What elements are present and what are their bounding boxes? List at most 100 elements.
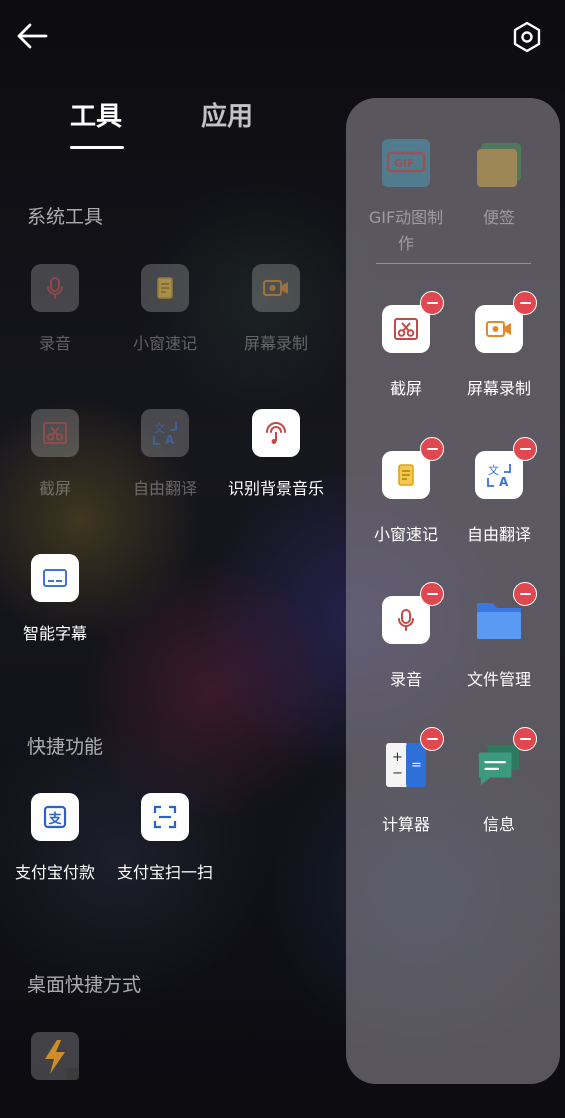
- gif-icon: GIF: [382, 139, 430, 187]
- panel-item-calculator[interactable]: + − = 计算器: [358, 727, 454, 835]
- scan-icon: [153, 805, 177, 829]
- panel-tile: [382, 437, 444, 499]
- svg-text:A: A: [499, 475, 509, 489]
- lightning-shortcut-icon: [45, 1040, 79, 1080]
- tool-tile: [141, 793, 189, 841]
- note-icon: [398, 464, 414, 486]
- sticky-note-icon: [477, 143, 521, 187]
- quick-item-alipay-pay[interactable]: 支 支付宝付款: [0, 793, 110, 883]
- svg-text:+: +: [392, 750, 403, 765]
- scissors-icon: [394, 318, 418, 340]
- section-title-quick-functions: 快捷功能: [27, 736, 104, 758]
- folder-icon: [477, 603, 521, 639]
- panel-item-quick-note[interactable]: 小窗速记: [358, 437, 454, 545]
- panel-item-translate[interactable]: 文 A 自由翻译: [451, 437, 547, 545]
- section-title-desktop-shortcuts: 桌面快捷方式: [27, 974, 142, 996]
- svg-text:文: 文: [154, 421, 165, 435]
- panel-label: 信息: [482, 815, 515, 834]
- translate-icon: 文 A: [487, 463, 511, 489]
- tool-tile: [252, 264, 300, 312]
- translate-icon: 文 A: [153, 421, 177, 447]
- panel-label: 便签: [482, 208, 515, 227]
- music-recognize-icon: [266, 422, 286, 444]
- tool-item-smart-subtitle[interactable]: 智能字幕: [0, 554, 110, 644]
- panel-item-messages[interactable]: 信息: [451, 727, 547, 835]
- panel-tile: [475, 139, 523, 187]
- panel-tile: + − =: [382, 727, 444, 789]
- tool-tile: [252, 409, 300, 457]
- gif-icon-text: GIF: [394, 157, 415, 170]
- svg-text:支: 支: [48, 811, 63, 827]
- svg-text:=: =: [411, 758, 422, 773]
- tool-label: 截屏: [38, 479, 71, 498]
- remove-badge[interactable]: [513, 291, 537, 315]
- panel-label: 自由翻译: [466, 525, 531, 544]
- microphone-icon: [47, 277, 63, 299]
- alipay-pay-icon: 支: [43, 805, 67, 829]
- panel-label: 屏幕录制: [466, 379, 531, 398]
- tool-item-recorder[interactable]: 录音: [0, 264, 110, 354]
- tool-tile: [31, 554, 79, 602]
- panel-label: 计算器: [381, 815, 430, 834]
- panel-tile: [382, 291, 444, 353]
- tool-item-quick-note[interactable]: 小窗速记: [110, 264, 220, 354]
- note-icon: [157, 277, 173, 299]
- subtitle-icon: [43, 569, 67, 587]
- tool-item-music-recognize[interactable]: 识别背景音乐: [221, 409, 331, 499]
- svg-text:A: A: [165, 433, 175, 447]
- remove-badge[interactable]: [420, 437, 444, 461]
- svg-text:−: −: [392, 766, 403, 781]
- remove-badge[interactable]: [513, 582, 537, 606]
- tab-active-indicator: [70, 146, 124, 149]
- scissors-icon: [43, 422, 67, 444]
- gear-hexagon-icon: [513, 21, 541, 53]
- panel-item-screenshot[interactable]: 截屏: [358, 291, 454, 399]
- panel-item-recorder[interactable]: 录音: [358, 582, 454, 690]
- panel-label: 文件管理: [466, 670, 531, 689]
- remove-badge[interactable]: [420, 291, 444, 315]
- panel-item-file-manager[interactable]: 文件管理: [451, 582, 547, 690]
- tab-tools[interactable]: 工具: [70, 96, 122, 133]
- tab-apps[interactable]: 应用: [201, 96, 253, 133]
- tool-label: 识别背景音乐: [227, 479, 324, 498]
- remove-badge[interactable]: [420, 582, 444, 606]
- panel-tile: [475, 582, 537, 644]
- screen-record-icon: [486, 321, 511, 337]
- screen-record-icon: [263, 280, 288, 296]
- microphone-icon: [398, 609, 414, 631]
- tool-item-translate[interactable]: 文 A 自由翻译: [110, 409, 220, 499]
- tool-label: 支付宝付款: [14, 863, 95, 882]
- section-title-system-tools: 系统工具: [27, 206, 104, 228]
- panel-label: 截屏: [389, 379, 422, 398]
- tool-item-screenshot[interactable]: 截屏: [0, 409, 110, 499]
- remove-badge[interactable]: [513, 727, 537, 751]
- tool-label: 自由翻译: [132, 479, 197, 498]
- tool-label: 录音: [38, 334, 71, 353]
- tool-item-screen-record[interactable]: 屏幕录制: [221, 264, 331, 354]
- panel-label: GIF动图制作: [368, 208, 444, 253]
- svg-text:文: 文: [488, 463, 499, 477]
- quick-item-alipay-scan[interactable]: 支付宝扫一扫: [110, 793, 220, 883]
- tool-tile: 支: [31, 793, 79, 841]
- panel-item-gif-maker[interactable]: GIF GIF动图制作: [358, 139, 454, 257]
- tool-tile: [31, 409, 79, 457]
- panel-label: 小窗速记: [373, 525, 438, 544]
- back-button[interactable]: [12, 16, 52, 56]
- panel-tile: [382, 582, 444, 644]
- tool-label: 小窗速记: [132, 334, 197, 353]
- panel-tile: [475, 291, 537, 353]
- tool-tile: [31, 264, 79, 312]
- panel-tile: [475, 727, 537, 789]
- arrow-left-icon: [17, 23, 48, 49]
- settings-button[interactable]: [507, 17, 547, 57]
- panel-tile: 文 A: [475, 437, 537, 499]
- remove-badge[interactable]: [513, 437, 537, 461]
- calculator-icon: + − =: [386, 743, 426, 787]
- shortcut-item-lightning[interactable]: [31, 1032, 79, 1080]
- panel-tile: GIF: [382, 139, 430, 187]
- panel-item-sticky-note[interactable]: 便签: [451, 139, 547, 231]
- panel-label: 录音: [389, 670, 422, 689]
- remove-badge[interactable]: [420, 727, 444, 751]
- tool-label: 支付宝扫一扫: [116, 863, 213, 882]
- panel-item-screen-record[interactable]: 屏幕录制: [451, 291, 547, 399]
